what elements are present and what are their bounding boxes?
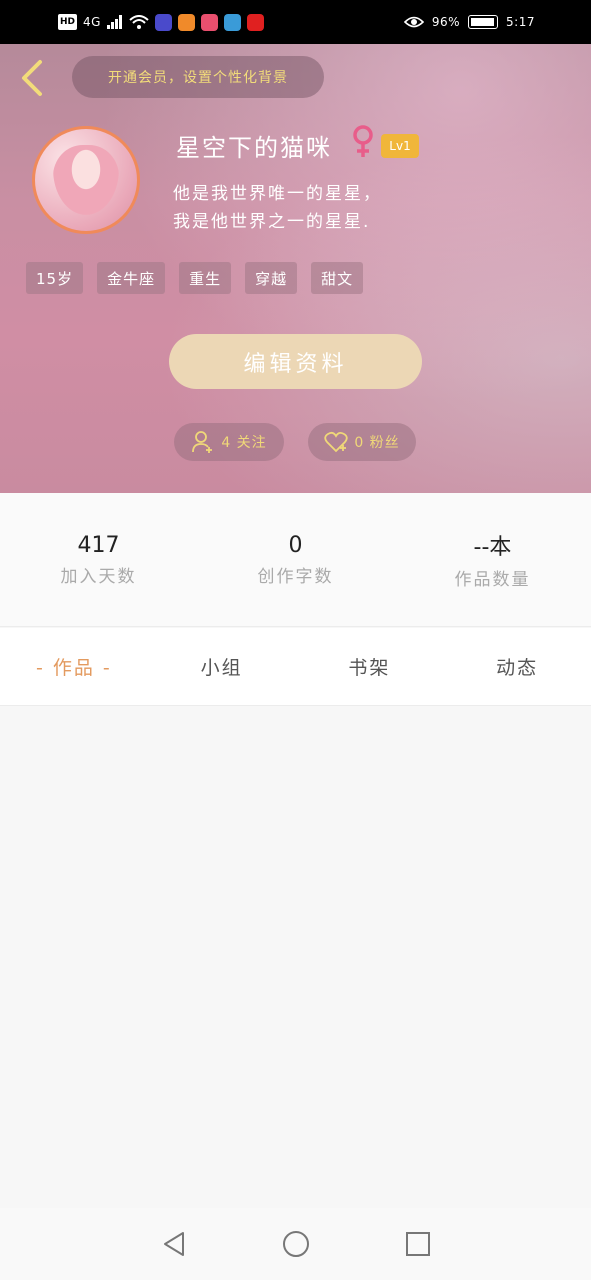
edit-profile-button[interactable]: 编辑资料 xyxy=(169,334,422,389)
hd-icon: HD xyxy=(58,14,78,30)
user-add-icon xyxy=(192,431,213,453)
nav-back-button[interactable] xyxy=(160,1230,188,1258)
tab-content-empty xyxy=(0,707,591,1207)
heart-icon xyxy=(324,431,348,453)
stat-works-count: --本 作品数量 xyxy=(394,493,591,626)
tag-genre: 穿越 xyxy=(245,262,298,294)
tag-genre: 甜文 xyxy=(311,262,364,294)
tag-genre: 重生 xyxy=(179,262,232,294)
app-notification-icon xyxy=(223,13,241,31)
level-badge: Lv1 xyxy=(381,134,419,158)
tag-age: 15岁 xyxy=(26,262,84,294)
square-recents-icon xyxy=(405,1232,430,1256)
tab-activity[interactable]: 动态 xyxy=(443,653,591,680)
stat-word-count: 0 创作字数 xyxy=(197,493,394,626)
tag-list: 15岁 金牛座 重生 穿越 甜文 xyxy=(26,262,364,294)
stat-join-days: 417 加入天数 xyxy=(0,493,197,626)
app-notification-icon xyxy=(246,13,264,31)
battery-percent: 96% xyxy=(431,15,461,29)
username: 星空下的猫咪 xyxy=(176,134,332,162)
avatar[interactable] xyxy=(32,126,140,234)
tab-indicator-left: - xyxy=(36,657,45,679)
circle-home-icon xyxy=(282,1231,309,1257)
tab-bar: - 作品 - 小组 书架 动态 xyxy=(0,628,591,706)
app-notification-icon xyxy=(177,13,195,31)
chevron-left-icon xyxy=(22,60,42,96)
stat-label: 创作字数 xyxy=(257,566,334,587)
fans-button[interactable]: 0 粉丝 xyxy=(308,423,416,461)
female-icon xyxy=(353,125,373,157)
stats-row: 417 加入天数 0 创作字数 --本 作品数量 xyxy=(0,493,591,627)
stat-value: 417 xyxy=(77,532,120,558)
stat-value: 0 xyxy=(288,532,303,558)
stat-label: 加入天数 xyxy=(60,566,137,587)
nav-recents-button[interactable] xyxy=(404,1230,432,1258)
tab-group[interactable]: 小组 xyxy=(148,653,296,680)
back-button[interactable] xyxy=(14,58,48,98)
stat-value: --本 xyxy=(473,535,512,560)
network-type: 4G xyxy=(83,15,101,29)
battery-icon xyxy=(468,15,499,29)
eye-comfort-icon xyxy=(403,16,424,28)
status-bar-right: 96% 5:17 xyxy=(403,15,535,29)
tab-works[interactable]: - 作品 - xyxy=(0,653,148,680)
nav-home-button[interactable] xyxy=(282,1230,310,1258)
following-button[interactable]: 4 关注 xyxy=(174,423,284,461)
tab-indicator-right: - xyxy=(102,657,112,679)
bio: 他是我世界唯一的星星， 我是他世界之一的星星. xyxy=(173,180,433,236)
tab-label: 作品 xyxy=(52,657,95,679)
status-bar: HD 4G 96% 5:17 xyxy=(0,0,591,44)
signal-icon xyxy=(106,15,122,29)
status-bar-left: HD 4G xyxy=(58,13,264,31)
system-nav-bar xyxy=(0,1208,591,1280)
triangle-back-icon xyxy=(163,1232,184,1256)
tab-bookshelf[interactable]: 书架 xyxy=(296,653,444,680)
stat-label: 作品数量 xyxy=(454,570,531,590)
app-notification-icon xyxy=(154,13,172,31)
app-notification-icon xyxy=(200,13,218,31)
fans-count: 0 粉丝 xyxy=(354,435,400,451)
bio-line: 我是他世界之一的星星. xyxy=(173,212,371,232)
bio-line: 他是我世界唯一的星星， xyxy=(173,184,382,204)
vip-background-prompt[interactable]: 开通会员，设置个性化背景 xyxy=(72,56,324,98)
tag-zodiac: 金牛座 xyxy=(97,262,166,294)
clock: 5:17 xyxy=(506,15,535,29)
wifi-icon xyxy=(129,15,149,29)
following-count: 4 关注 xyxy=(221,435,267,451)
avatar-image xyxy=(53,145,119,215)
